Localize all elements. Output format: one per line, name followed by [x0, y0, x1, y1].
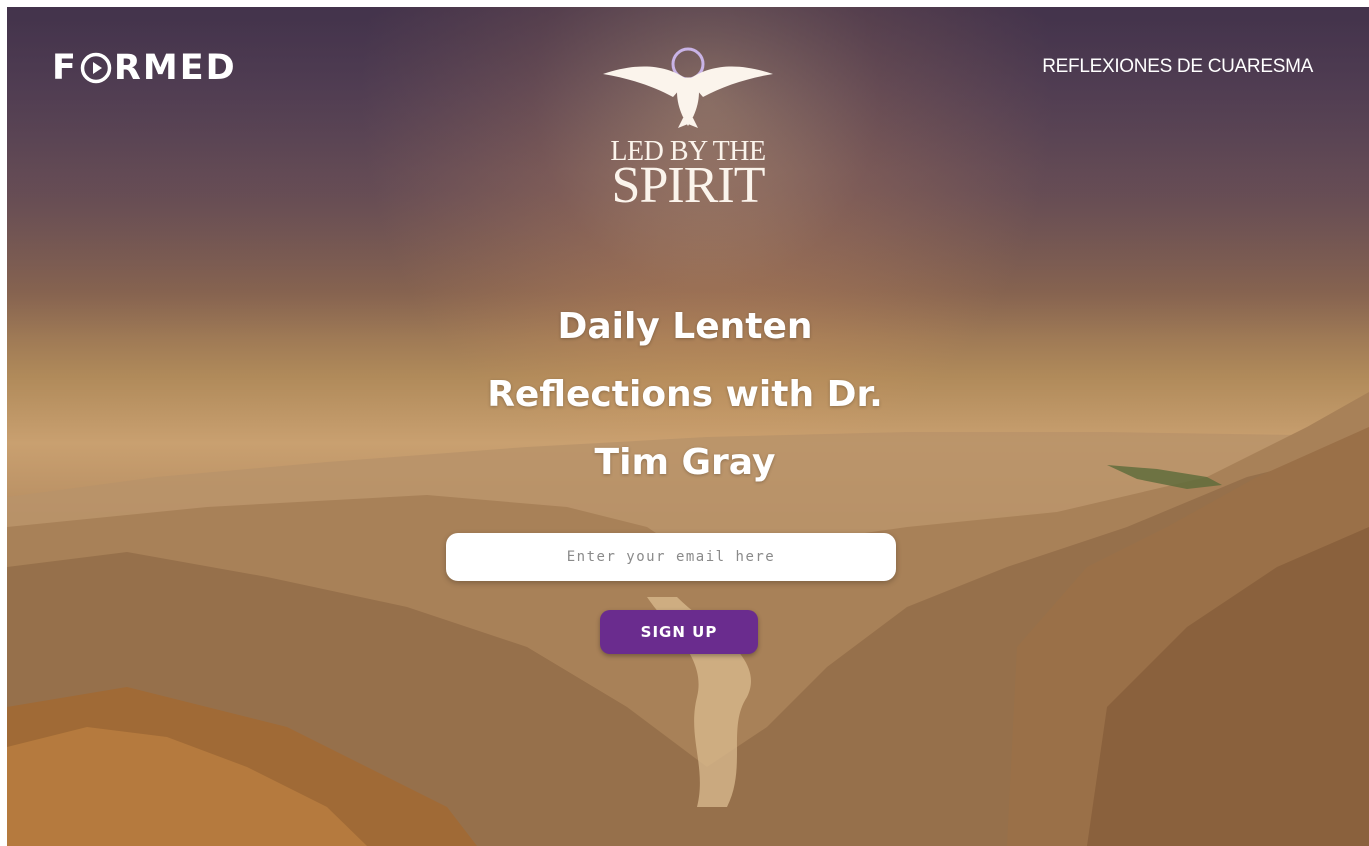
play-circle-icon	[80, 52, 112, 84]
emblem-line-2: SPIRIT	[611, 157, 766, 214]
headline-line: Daily Lenten	[557, 306, 813, 347]
nav-link-reflexiones[interactable]: REFLEXIONES DE CUARESMA	[1042, 56, 1313, 78]
headline-line: Reflections with Dr.	[487, 374, 883, 415]
headline-line: Tim Gray	[594, 442, 776, 483]
led-by-the-spirit-emblem: LED BY THE SPIRIT	[583, 42, 793, 222]
logo-letter-f: F	[52, 48, 78, 88]
dove-with-halo-icon	[603, 47, 773, 128]
sign-up-button[interactable]: SIGN UP	[600, 610, 758, 654]
hero-headline: Daily Lenten Reflections with Dr. Tim Gr…	[380, 293, 990, 497]
email-input[interactable]	[446, 533, 896, 581]
logo-letters-rmed: RMED	[113, 48, 237, 88]
formed-logo-link[interactable]: F RMED	[52, 46, 237, 90]
